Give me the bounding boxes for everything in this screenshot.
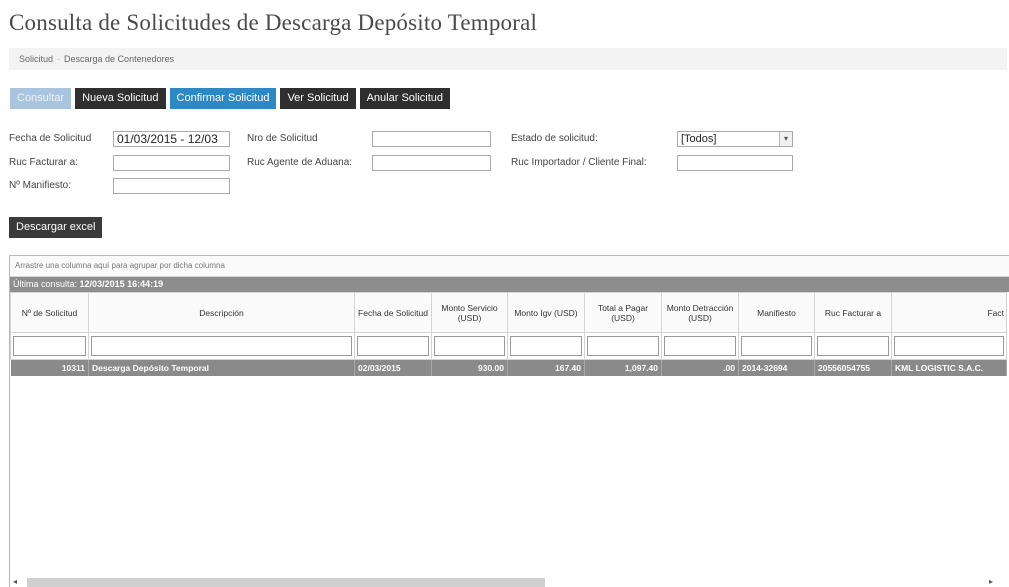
cell-monto-igv: 167.40 — [507, 359, 585, 376]
breadcrumb-item-descarga[interactable]: Descarga de Contenedores — [64, 54, 174, 64]
cell-total-pagar: 1,097.40 — [584, 359, 662, 376]
group-panel[interactable]: Arrastre una columna aquí para agrupar p… — [10, 256, 1009, 277]
ruc-facturar-label: Ruc Facturar a: — [9, 157, 78, 168]
nro-solicitud-label: Nro de Solicitud — [247, 133, 318, 144]
arrow-right-icon[interactable]: ▸ — [989, 577, 993, 586]
last-query-bar: Última consulta: 12/03/2015 16:44:19 — [10, 277, 1009, 292]
filter-cell — [10, 332, 89, 360]
column-header-manifiesto[interactable]: Manifiesto — [738, 292, 815, 333]
filter-input-fecha-solicitud[interactable] — [357, 336, 429, 356]
ruc-agente-input[interactable] — [372, 155, 491, 171]
column-header-descripcion[interactable]: Descripción — [88, 292, 355, 333]
anular-solicitud-button[interactable]: Anular Solicitud — [359, 88, 451, 109]
manifiesto-input[interactable] — [113, 178, 230, 194]
filter-cell — [661, 332, 739, 360]
filter-row — [10, 332, 1007, 360]
results-table: Nº de Solicitud Descripción Fecha de Sol… — [10, 292, 1007, 376]
fecha-solicitud-label: Fecha de Solicitud — [9, 133, 92, 144]
filter-cell — [88, 332, 355, 360]
estado-solicitud-value: [Todos] — [681, 133, 717, 145]
filter-cell — [814, 332, 892, 360]
filter-input-ruc-facturar[interactable] — [817, 336, 889, 356]
cell-nro-solicitud: 10311 — [10, 359, 89, 376]
descargar-excel-button[interactable]: Descargar excel — [9, 217, 103, 238]
column-header-monto-servicio[interactable]: Monto Servicio (USD) — [431, 292, 508, 333]
filter-input-monto-igv[interactable] — [510, 336, 582, 356]
cell-facturar-nombre: KML LOGISTIC S.A.C. — [891, 359, 1007, 376]
estado-solicitud-label: Estado de solicitud: — [511, 133, 598, 144]
estado-solicitud-select[interactable]: [Todos] ▾ — [677, 131, 793, 147]
column-header-total-pagar[interactable]: Total a Pagar (USD) — [584, 292, 662, 333]
cell-ruc-facturar: 20556054755 — [814, 359, 892, 376]
breadcrumb-item-solicitud[interactable]: Solicitud — [19, 54, 53, 64]
cell-descripcion: Descarga Depósito Temporal — [88, 359, 355, 376]
toolbar: Consultar Nueva Solicitud Confirmar Soli… — [10, 88, 451, 109]
cell-manifiesto: 2014-32694 — [738, 359, 815, 376]
nueva-solicitud-button[interactable]: Nueva Solicitud — [75, 88, 166, 109]
filter-input-total-pagar[interactable] — [587, 336, 659, 356]
cell-monto-servicio: 930.00 — [431, 359, 508, 376]
chevron-down-icon[interactable]: ▾ — [779, 132, 792, 146]
filter-input-monto-detraccion[interactable] — [664, 336, 736, 356]
filter-input-descripcion[interactable] — [91, 336, 352, 356]
filter-cell — [891, 332, 1007, 360]
results-grid: Arrastre una columna aquí para agrupar p… — [9, 255, 1009, 587]
column-header-nro-solicitud[interactable]: Nº de Solicitud — [10, 292, 89, 333]
filter-input-facturar-nombre[interactable] — [894, 336, 1004, 356]
filter-cell — [584, 332, 662, 360]
manifiesto-label: Nº Manifiesto: — [9, 180, 72, 191]
column-header-ruc-facturar[interactable]: Ruc Facturar a — [814, 292, 892, 333]
breadcrumb-separator: - — [57, 54, 61, 64]
fecha-solicitud-input[interactable]: 01/03/2015 - 12/03 — [113, 131, 230, 147]
filter-cell — [354, 332, 432, 360]
cell-fecha-solicitud: 02/03/2015 — [354, 359, 432, 376]
scrollbar-thumb[interactable] — [27, 578, 545, 587]
column-header-fecha-solicitud[interactable]: Fecha de Solicitud — [354, 292, 432, 333]
ruc-importador-input[interactable] — [677, 155, 793, 171]
cell-monto-detraccion: .00 — [661, 359, 739, 376]
nro-solicitud-input[interactable] — [372, 131, 491, 147]
filter-input-monto-servicio[interactable] — [434, 336, 505, 356]
last-query-label: Última consulta: — [13, 279, 78, 289]
filter-cell — [507, 332, 585, 360]
filter-cell — [431, 332, 508, 360]
confirmar-solicitud-button[interactable]: Confirmar Solicitud — [169, 88, 277, 109]
breadcrumb: Solicitud - Descarga de Contenedores — [9, 48, 1007, 70]
ruc-importador-label: Ruc Importador / Cliente Final: — [511, 157, 647, 168]
filter-input-nro-solicitud[interactable] — [13, 336, 86, 356]
ruc-agente-label: Ruc Agente de Aduana: — [247, 157, 353, 168]
page-title: Consulta de Solicitudes de Descarga Depó… — [9, 10, 538, 35]
filter-cell — [738, 332, 815, 360]
filter-input-manifiesto[interactable] — [741, 336, 812, 356]
column-header-facturar-nombre[interactable]: Fact — [891, 292, 1007, 333]
table-row[interactable]: 10311 Descarga Depósito Temporal 02/03/2… — [10, 359, 1007, 376]
arrow-left-icon[interactable]: ◂ — [13, 577, 17, 586]
ver-solicitud-button[interactable]: Ver Solicitud — [280, 88, 356, 109]
header-row: Nº de Solicitud Descripción Fecha de Sol… — [10, 292, 1007, 333]
ruc-facturar-input[interactable] — [113, 155, 230, 171]
column-header-monto-igv[interactable]: Monto Igv (USD) — [507, 292, 585, 333]
last-query-value: 12/03/2015 16:44:19 — [79, 279, 164, 289]
consultar-button[interactable]: Consultar — [10, 88, 72, 109]
column-header-monto-detraccion[interactable]: Monto Detracción (USD) — [661, 292, 739, 333]
horizontal-scrollbar[interactable]: ◂ ▸ — [9, 577, 999, 587]
